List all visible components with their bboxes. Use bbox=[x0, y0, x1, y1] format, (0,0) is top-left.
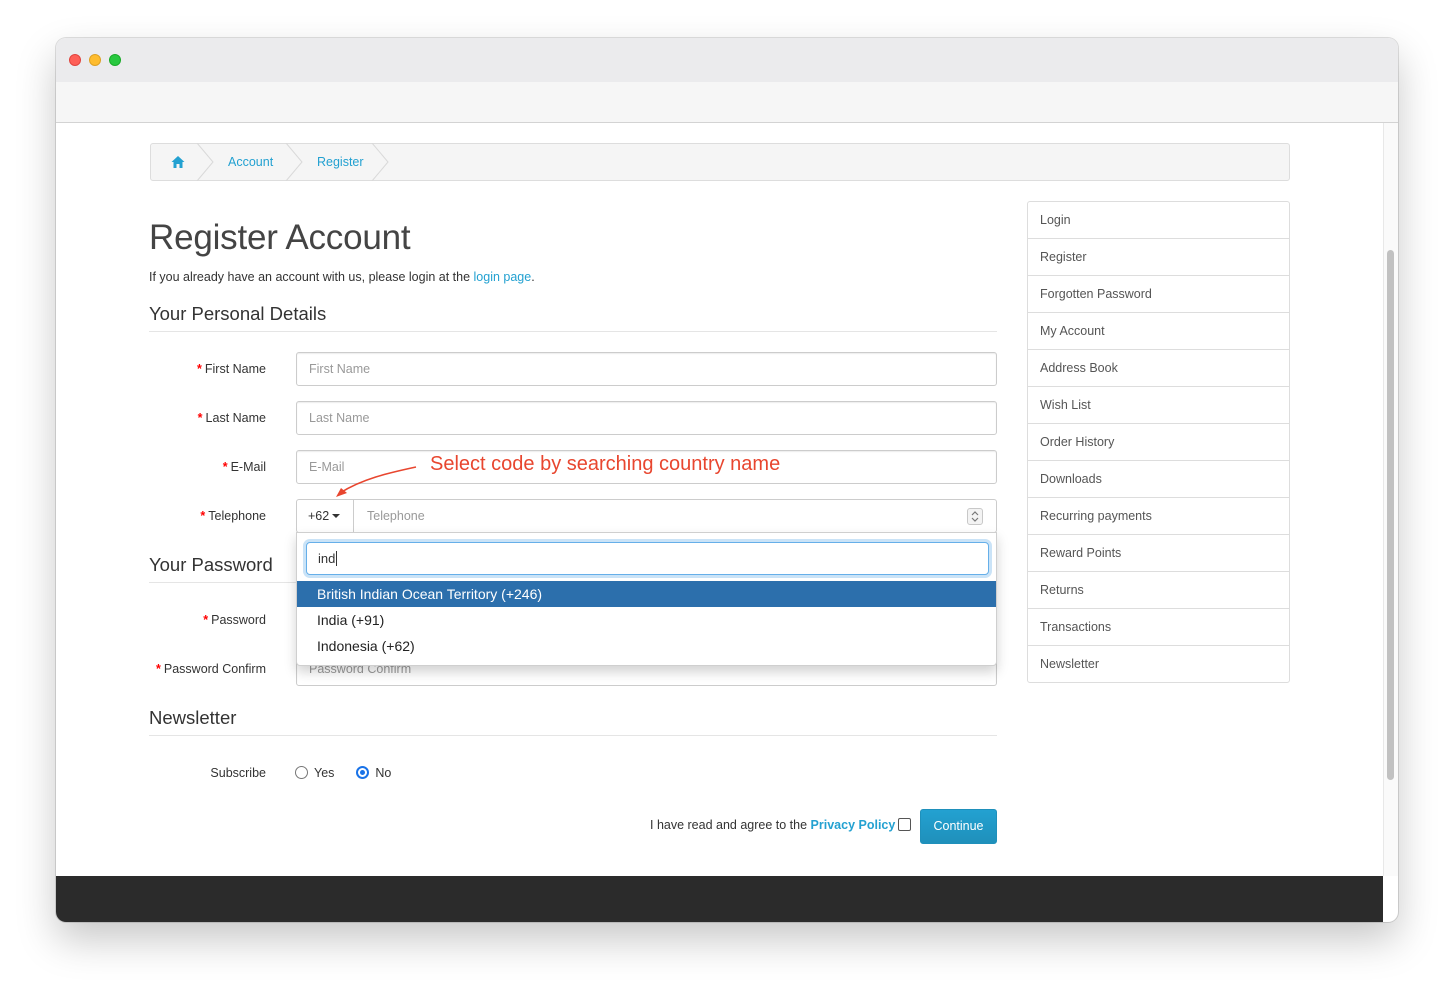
last-name-input[interactable]: Last Name bbox=[296, 401, 997, 435]
sidebar-item-order-history[interactable]: Order History bbox=[1028, 423, 1289, 460]
close-window-button[interactable] bbox=[69, 54, 81, 66]
personal-details-heading: Your Personal Details bbox=[149, 303, 327, 324]
subscribe-no-label[interactable]: No bbox=[375, 766, 391, 780]
country-code-selector[interactable]: +62 bbox=[296, 499, 354, 533]
subscribe-no-radio[interactable] bbox=[356, 766, 370, 780]
subscribe-yes-label[interactable]: Yes bbox=[314, 766, 334, 780]
country-code-dropdown: ind British Indian Ocean Territory (+246… bbox=[296, 532, 997, 666]
required-marker: * bbox=[156, 662, 161, 676]
section-divider bbox=[149, 331, 997, 332]
page-footer bbox=[56, 876, 1383, 922]
subscribe-yes-radio[interactable] bbox=[295, 766, 308, 780]
intro-text: If you already have an account with us, … bbox=[149, 270, 474, 284]
annotation-text: Select code by searching country name bbox=[430, 453, 781, 475]
minimize-window-button[interactable] bbox=[89, 54, 101, 66]
browser-toolbar bbox=[56, 82, 1398, 123]
breadcrumb-separator bbox=[195, 143, 217, 181]
breadcrumb-register-link[interactable]: Register bbox=[317, 144, 364, 180]
country-option[interactable]: British Indian Ocean Territory (+246) bbox=[297, 581, 996, 607]
login-prompt-text: If you already have an account with us, … bbox=[149, 270, 535, 284]
page-content: Account Register Register Account If you… bbox=[56, 123, 1383, 876]
continue-button[interactable]: Continue bbox=[920, 809, 997, 844]
first-name-label-text: First Name bbox=[204, 362, 266, 376]
password-heading: Your Password bbox=[149, 554, 273, 575]
sidebar-item-reward-points[interactable]: Reward Points bbox=[1028, 534, 1289, 571]
annotation-arrow-icon bbox=[336, 466, 417, 497]
text-cursor bbox=[336, 550, 338, 566]
password-confirm-label-text: Password Confirm bbox=[163, 662, 266, 676]
breadcrumb: Account Register bbox=[150, 143, 1290, 181]
browser-window: Account Register Register Account If you… bbox=[56, 38, 1398, 922]
first-name-input[interactable]: First Name bbox=[296, 352, 997, 386]
chevron-down-icon bbox=[332, 513, 341, 518]
sidebar-item-downloads[interactable]: Downloads bbox=[1028, 460, 1289, 497]
email-label: * E-Mail bbox=[56, 460, 266, 474]
email-label-text: E-Mail bbox=[230, 460, 266, 474]
subscribe-label: Subscribe bbox=[210, 766, 266, 780]
subscribe-options: Yes No bbox=[295, 766, 391, 780]
privacy-agreement: I have read and agree to the Privacy Pol… bbox=[650, 817, 912, 832]
telephone-input-group: +62 Telephone bbox=[296, 499, 997, 533]
last-name-label: * Last Name bbox=[56, 411, 266, 425]
sidebar-item-forgotten-password[interactable]: Forgotten Password bbox=[1028, 275, 1289, 312]
sidebar-item-login[interactable]: Login bbox=[1028, 202, 1289, 238]
section-divider bbox=[149, 735, 997, 736]
password-label: * Password bbox=[56, 613, 266, 627]
page-title: Register Account bbox=[149, 218, 411, 257]
sidebar-item-returns[interactable]: Returns bbox=[1028, 571, 1289, 608]
required-marker: * bbox=[203, 613, 209, 627]
privacy-agree-checkbox[interactable] bbox=[898, 817, 912, 831]
telephone-label-text: Telephone bbox=[208, 509, 266, 523]
agreement-text: I have read and agree to the bbox=[650, 818, 811, 832]
home-icon[interactable] bbox=[171, 144, 187, 180]
intro-period: . bbox=[531, 270, 535, 284]
sidebar-item-newsletter[interactable]: Newsletter bbox=[1028, 645, 1289, 682]
sidebar-item-wish-list[interactable]: Wish List bbox=[1028, 386, 1289, 423]
login-page-link[interactable]: login page bbox=[474, 270, 532, 284]
breadcrumb-separator bbox=[284, 143, 306, 181]
maximize-window-button[interactable] bbox=[109, 54, 121, 66]
sidebar-item-register[interactable]: Register bbox=[1028, 238, 1289, 275]
breadcrumb-account-link[interactable]: Account bbox=[228, 144, 273, 180]
telephone-label: * Telephone bbox=[56, 509, 266, 523]
number-spinner-icon[interactable] bbox=[967, 508, 983, 525]
required-marker: * bbox=[222, 460, 228, 474]
first-name-label: * First Name bbox=[56, 362, 266, 376]
country-search-input[interactable]: ind bbox=[306, 542, 989, 575]
sidebar-item-address-book[interactable]: Address Book bbox=[1028, 349, 1289, 386]
password-label-text: Password bbox=[211, 613, 266, 627]
required-marker: * bbox=[197, 411, 203, 425]
privacy-policy-link[interactable]: Privacy Policy bbox=[811, 818, 896, 832]
required-marker: * bbox=[200, 509, 206, 523]
sidebar-item-transactions[interactable]: Transactions bbox=[1028, 608, 1289, 645]
country-option[interactable]: Indonesia (+62) bbox=[297, 633, 996, 659]
country-code-value: +62 bbox=[308, 509, 330, 523]
telephone-input[interactable]: Telephone bbox=[353, 499, 997, 533]
last-name-label-text: Last Name bbox=[205, 411, 266, 425]
required-marker: * bbox=[197, 362, 202, 376]
breadcrumb-separator bbox=[370, 143, 392, 181]
newsletter-heading: Newsletter bbox=[149, 707, 237, 728]
window-titlebar bbox=[56, 38, 1398, 82]
scrollbar-thumb[interactable] bbox=[1387, 250, 1394, 780]
telephone-placeholder: Telephone bbox=[367, 509, 425, 523]
country-option[interactable]: India (+91) bbox=[297, 607, 996, 633]
sidebar-item-my-account[interactable]: My Account bbox=[1028, 312, 1289, 349]
account-sidebar: Login Register Forgotten Password My Acc… bbox=[1027, 201, 1290, 683]
password-confirm-label: * Password Confirm bbox=[56, 662, 266, 676]
country-search-value: ind bbox=[318, 551, 336, 566]
sidebar-item-recurring-payments[interactable]: Recurring payments bbox=[1028, 497, 1289, 534]
